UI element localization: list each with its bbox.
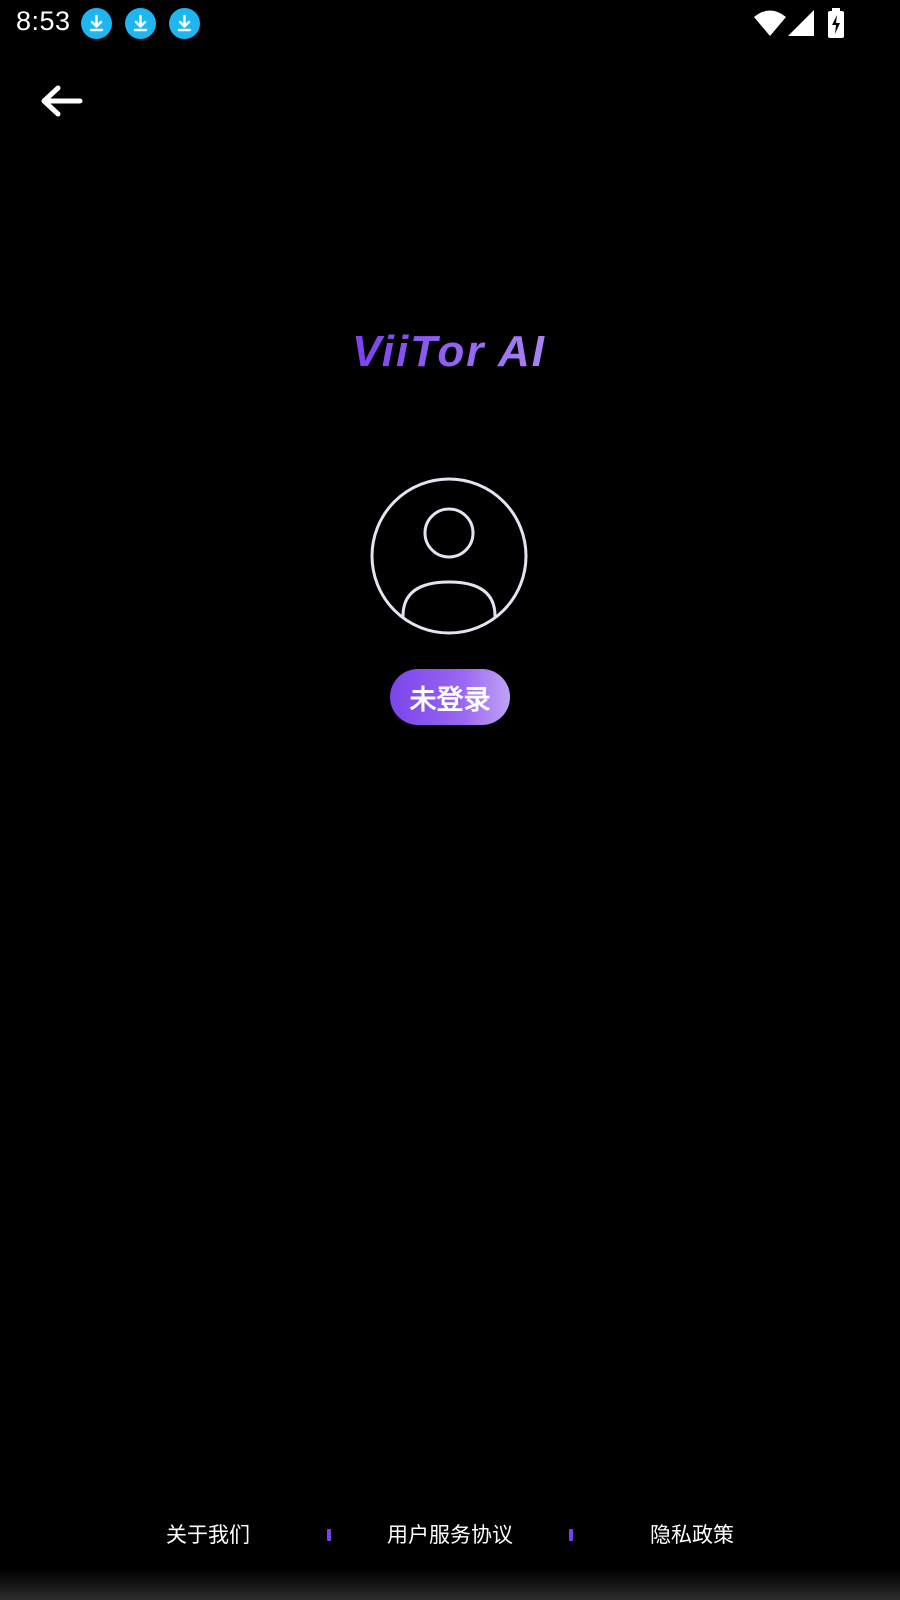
download-icon <box>169 8 200 39</box>
footer-separator <box>569 1529 573 1541</box>
user-agreement-link[interactable]: 用户服务协议 <box>387 1515 513 1555</box>
profile-page: 8:53 ViiTor AI 未登录 关于我们 用户服务协议 隐私政策 <box>0 0 900 1600</box>
cellular-signal-icon <box>788 10 814 36</box>
login-status-button[interactable]: 未登录 <box>390 669 510 725</box>
status-bar: 8:53 <box>0 0 900 48</box>
battery-charging-icon <box>828 8 844 38</box>
back-button[interactable] <box>36 78 86 124</box>
privacy-policy-link[interactable]: 隐私政策 <box>650 1515 734 1555</box>
logo-text: ViiTor AI <box>352 327 546 376</box>
arrow-left-icon <box>41 85 83 117</box>
footer-links: 关于我们 用户服务协议 隐私政策 <box>0 1515 900 1555</box>
download-icon <box>125 8 156 39</box>
download-icon <box>81 8 112 39</box>
user-avatar-icon <box>370 477 528 635</box>
status-time: 8:53 <box>16 6 71 36</box>
bottom-gesture-area <box>0 1570 900 1600</box>
app-logo: ViiTor AI <box>350 312 550 382</box>
avatar[interactable] <box>369 476 529 636</box>
footer-separator <box>327 1529 331 1541</box>
about-us-link[interactable]: 关于我们 <box>166 1515 250 1555</box>
wifi-icon <box>754 10 786 36</box>
login-status-label: 未登录 <box>409 684 491 716</box>
